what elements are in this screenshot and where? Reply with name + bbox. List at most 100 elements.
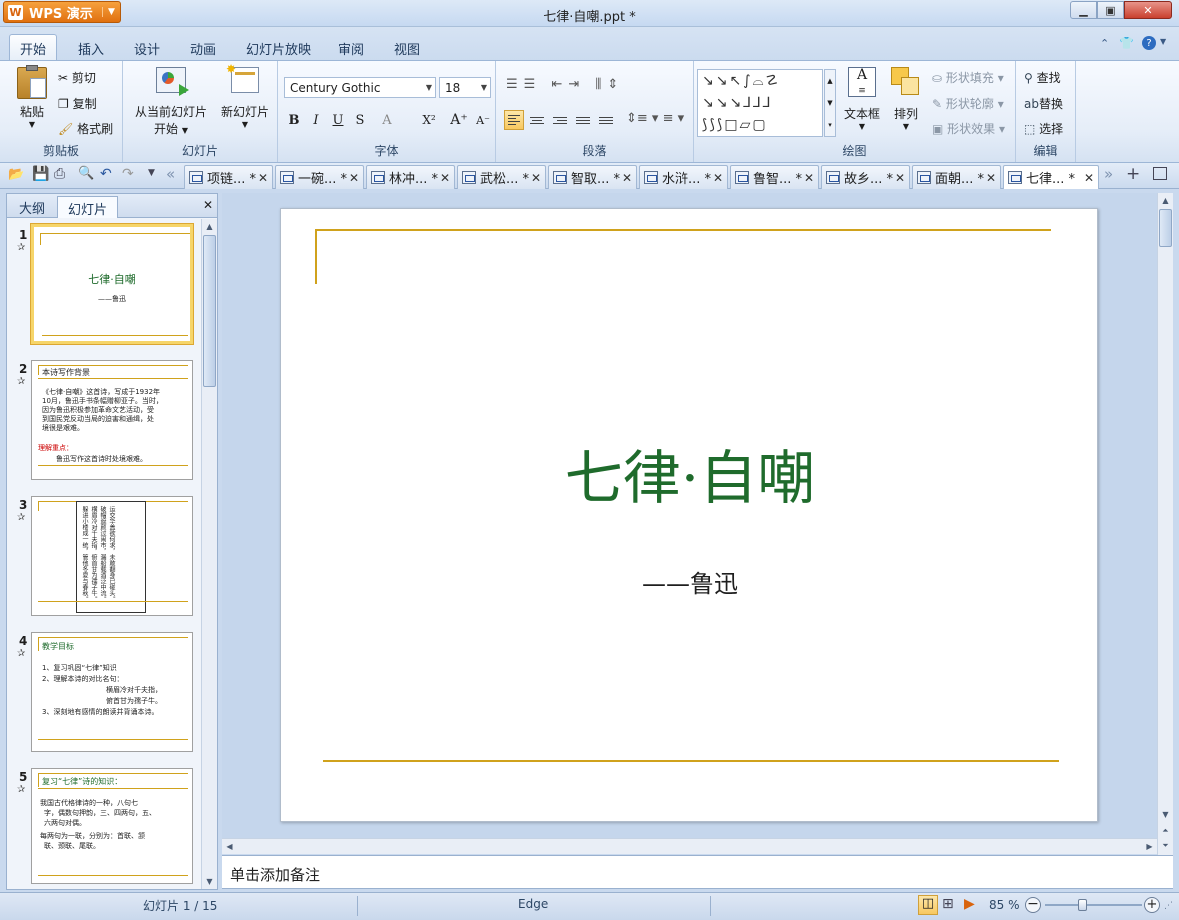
save-icon[interactable]: 💾 <box>32 166 49 182</box>
scroll-right-icon[interactable]: ▶ <box>1142 839 1157 854</box>
new-tab-icon[interactable]: + <box>1126 164 1140 184</box>
find-button[interactable]: ⚲ 查找 <box>1024 69 1061 86</box>
italic-button[interactable]: I <box>305 109 327 131</box>
tab-scroll-left-icon[interactable]: « <box>166 165 175 183</box>
bold-button[interactable]: B <box>283 109 305 131</box>
shape-gallery[interactable]: ↘↘↖∫⌓☡ ↘↘↘⅃⅃⅃ ⟆⟆⟆□▱▢ <box>697 69 823 137</box>
tab-scroll-right-icon[interactable]: » <box>1104 165 1113 183</box>
tab-slides[interactable]: 幻灯片 <box>57 196 119 218</box>
replace-button[interactable]: ab替换 <box>1024 95 1063 112</box>
cut-button[interactable]: ✂ 剪切 <box>58 69 96 86</box>
slide-thumbnail-2[interactable]: 本诗写作背景 《七律·自嘲》这首诗，写成于1932年 10月，鲁迅手书条幅赠柳亚… <box>31 360 193 480</box>
doc-tab[interactable]: 项链... * ✕ <box>184 165 273 189</box>
close-icon[interactable]: ✕ <box>203 198 213 212</box>
scroll-down-icon[interactable]: ▼ <box>1158 807 1173 822</box>
tab-outline[interactable]: 大纲 <box>9 196 55 218</box>
doc-tab[interactable]: 面朝... * ✕ <box>912 165 1001 189</box>
scroll-up-icon[interactable]: ▲ <box>1158 193 1173 208</box>
doc-tab[interactable]: 武松... * ✕ <box>457 165 546 189</box>
tab-design[interactable]: 设计 <box>124 37 170 59</box>
doc-tab-active[interactable]: 七律... * ✕ <box>1003 165 1099 189</box>
slide-subtitle[interactable]: ——鲁迅 <box>281 564 1099 599</box>
tab-home[interactable]: 开始 <box>9 34 58 61</box>
normal-view-icon[interactable]: ◫ <box>918 895 938 915</box>
tab-list-icon[interactable] <box>1153 167 1167 180</box>
doc-tab[interactable]: 智取... * ✕ <box>548 165 637 189</box>
superscript-button[interactable]: X² <box>418 109 440 131</box>
select-button[interactable]: ⬚ 选择 <box>1024 120 1063 137</box>
line-spacing-button[interactable]: ⇕≡ ▾ ≡ ▾ <box>626 111 684 126</box>
prev-slide-icon[interactable]: ⏶ <box>1158 823 1173 838</box>
close-icon[interactable]: ✕ <box>986 171 996 185</box>
text-shadow-button[interactable]: S <box>349 109 371 131</box>
align-left-button[interactable] <box>504 110 524 130</box>
close-icon[interactable]: ✕ <box>895 171 905 185</box>
doc-tab[interactable]: 水浒... * ✕ <box>639 165 728 189</box>
justify-button[interactable] <box>573 110 593 130</box>
scroll-down-icon[interactable]: ▼ <box>202 874 217 889</box>
close-icon[interactable]: ✕ <box>440 171 450 185</box>
paste-button[interactable]: 粘贴 ▼ <box>14 65 50 131</box>
zoom-in-icon[interactable]: + <box>1144 897 1160 913</box>
slide-canvas[interactable]: 七律·自嘲 ——鲁迅 <box>280 208 1098 822</box>
align-right-button[interactable] <box>550 110 570 130</box>
slide-thumbnail-3[interactable]: 运交华盖欲何求，未敢翻身已碰头。破帽遮颜过闹市，漏船载酒泛中流。横眉冷对千夫指，… <box>31 496 193 616</box>
arrange-button[interactable]: 排列 ▼ <box>888 67 924 131</box>
notes-pane[interactable]: 单击添加备注 <box>222 855 1173 889</box>
close-button[interactable]: ✕ <box>1124 1 1172 19</box>
slide-thumbnail-4[interactable]: 教学目标 1、复习巩固“七律”知识 2、理解本诗的对比名句： 横眉冷对千夫指， … <box>31 632 193 752</box>
slide-sorter-icon[interactable]: ⊞ <box>942 896 954 912</box>
doc-tab[interactable]: 一碗... * ✕ <box>275 165 364 189</box>
slide-title[interactable]: 七律·自嘲 <box>281 431 1099 515</box>
open-icon[interactable]: 📂 <box>8 167 24 182</box>
resize-grip-icon[interactable]: ⋰ <box>1164 901 1173 911</box>
undo-icon[interactable]: ↶ <box>100 166 112 182</box>
chevron-down-icon[interactable]: ▼ <box>1160 37 1166 46</box>
panel-scrollbar[interactable]: ▲ ▼ <box>201 219 217 889</box>
shape-effect-button[interactable]: ▣ 形状效果 ▾ <box>932 120 1005 137</box>
minimize-button[interactable]: ▁ <box>1070 1 1097 19</box>
tab-view[interactable]: 视图 <box>384 37 430 59</box>
gallery-scroll[interactable]: ▲ ▼ ▾ <box>824 69 836 137</box>
font-name-select[interactable]: Century Gothic ▼ <box>284 77 436 98</box>
text-box-button[interactable]: A ≡ 文本框 ▼ <box>842 67 882 131</box>
scroll-thumb[interactable] <box>1159 209 1172 247</box>
new-slide-button[interactable]: ✸ 新幻灯片 ▼ <box>217 62 273 129</box>
play-from-current-button[interactable]: 从当前幻灯片 开始 ▼ <box>131 67 211 137</box>
shape-fill-button[interactable]: ⛀ 形状填充 ▾ <box>932 69 1004 86</box>
doc-tab[interactable]: 鲁智... * ✕ <box>730 165 819 189</box>
close-icon[interactable]: ✕ <box>349 171 359 185</box>
distribute-button[interactable] <box>596 110 616 130</box>
tab-slideshow[interactable]: 幻灯片放映 <box>236 37 321 59</box>
tab-animation[interactable]: 动画 <box>180 37 226 59</box>
print-icon[interactable]: ⎙ <box>54 166 65 182</box>
slide-thumbnail-5[interactable]: 复习“七律”诗的知识： 我国古代格律诗的一种，八句七 字，偶数句押韵，三、四两句… <box>31 768 193 884</box>
shape-outline-button[interactable]: ✎ 形状轮廓 ▾ <box>932 95 1004 112</box>
slide-thumbnail-1[interactable]: 七律·自嘲 ——鲁迅 <box>30 223 194 345</box>
font-size-select[interactable]: 18 ▼ <box>439 77 491 98</box>
zoom-slider-thumb[interactable] <box>1078 899 1087 911</box>
doc-tab[interactable]: 林冲... * ✕ <box>366 165 455 189</box>
close-icon[interactable]: ✕ <box>531 171 541 185</box>
close-icon[interactable]: ✕ <box>622 171 632 185</box>
zoom-slider-track[interactable] <box>1045 904 1142 906</box>
horizontal-scrollbar[interactable]: ◀ ▶ <box>222 838 1157 854</box>
close-icon[interactable]: ✕ <box>1084 171 1094 185</box>
list-buttons[interactable]: ☰☰ ⇤⇥ ⫼⇕ <box>506 77 624 92</box>
close-icon[interactable]: ✕ <box>258 171 268 185</box>
format-painter-button[interactable]: 🖌 格式刷 <box>58 120 113 137</box>
tab-insert[interactable]: 插入 <box>68 37 114 59</box>
font-color-button[interactable]: A <box>376 109 398 131</box>
tab-review[interactable]: 审阅 <box>328 37 374 59</box>
close-icon[interactable]: ✕ <box>804 171 814 185</box>
help-icon[interactable]: ? <box>1142 36 1156 50</box>
underline-button[interactable]: U <box>327 109 349 131</box>
skin-icon[interactable]: 👕 <box>1119 36 1134 50</box>
zoom-out-icon[interactable]: − <box>1025 897 1041 913</box>
maximize-button[interactable]: ▣ <box>1097 1 1124 19</box>
main-scrollbar[interactable]: ▲ ▼ ⏶ ⏷ <box>1157 193 1173 855</box>
scroll-thumb[interactable] <box>203 235 216 387</box>
doc-tab[interactable]: 故乡... * ✕ <box>821 165 910 189</box>
align-center-button[interactable] <box>527 110 547 130</box>
grow-font-button[interactable]: A⁺ <box>448 109 470 131</box>
